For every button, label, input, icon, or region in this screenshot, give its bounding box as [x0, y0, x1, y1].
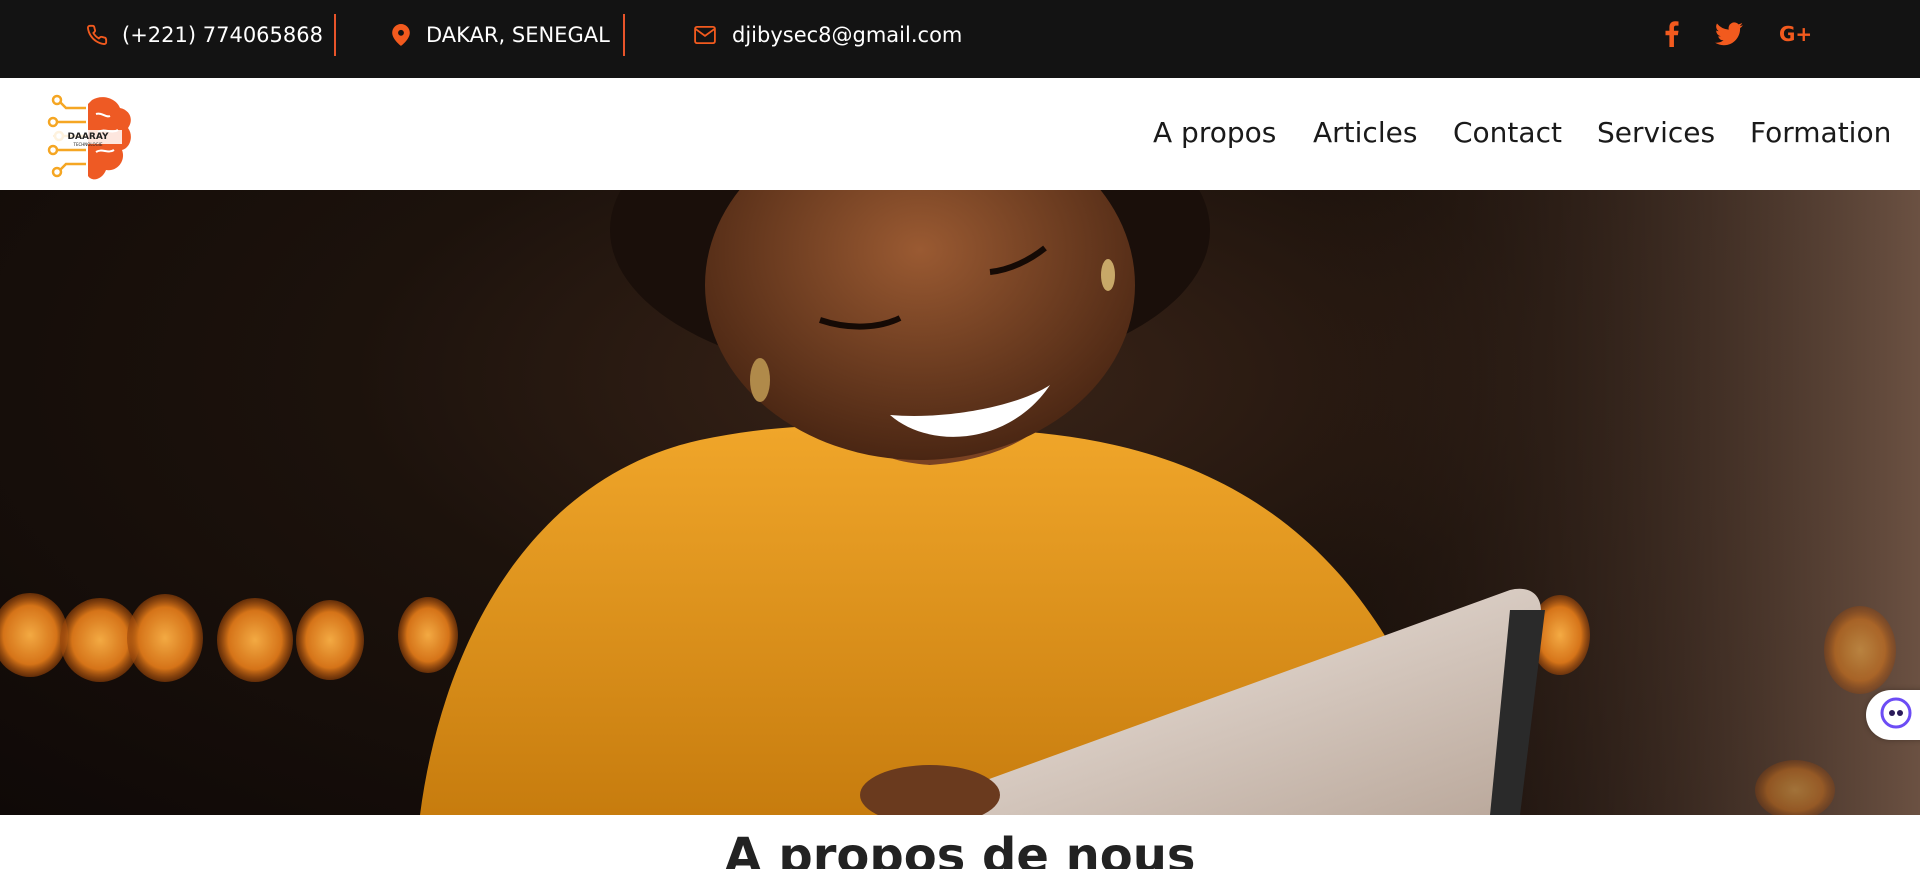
chatbot-icon: [1880, 697, 1912, 733]
section-title: A propos de nous: [724, 828, 1196, 869]
chat-widget-button[interactable]: [1866, 690, 1920, 740]
contact-topbar: (+221) 774065868 DAKAR, SENEGAL djibysec…: [0, 0, 1920, 78]
phone-icon: [86, 24, 108, 46]
hero-image: [0, 190, 1920, 815]
brand-logo[interactable]: DAARAY TECHNOLOGIE: [40, 92, 136, 188]
location-contact: DAKAR, SENEGAL: [392, 0, 610, 70]
logo-text: DAARAY: [68, 132, 109, 142]
facebook-icon[interactable]: [1658, 14, 1686, 54]
nav-link-contact[interactable]: Contact: [1453, 116, 1562, 149]
divider: [623, 14, 625, 56]
logo-subtext: TECHNOLOGIE: [73, 142, 103, 147]
nav-link-formation[interactable]: Formation: [1750, 116, 1891, 149]
envelope-icon: [694, 26, 716, 44]
phone-number: (+221) 774065868: [122, 23, 323, 47]
email-contact[interactable]: djibysec8@gmail.com: [694, 0, 962, 70]
nav-link-articles[interactable]: Articles: [1313, 116, 1417, 149]
svg-text:G+: G+: [1779, 23, 1812, 45]
nav-link-services[interactable]: Services: [1597, 116, 1715, 149]
map-pin-icon: [392, 24, 410, 46]
twitter-icon[interactable]: [1712, 14, 1746, 54]
divider: [334, 14, 336, 56]
nav-link-a-propos[interactable]: A propos: [1153, 116, 1276, 149]
google-plus-icon[interactable]: G+: [1778, 14, 1814, 54]
location-text: DAKAR, SENEGAL: [426, 23, 610, 47]
phone-contact[interactable]: (+221) 774065868: [86, 0, 323, 70]
email-address: djibysec8@gmail.com: [732, 23, 963, 47]
